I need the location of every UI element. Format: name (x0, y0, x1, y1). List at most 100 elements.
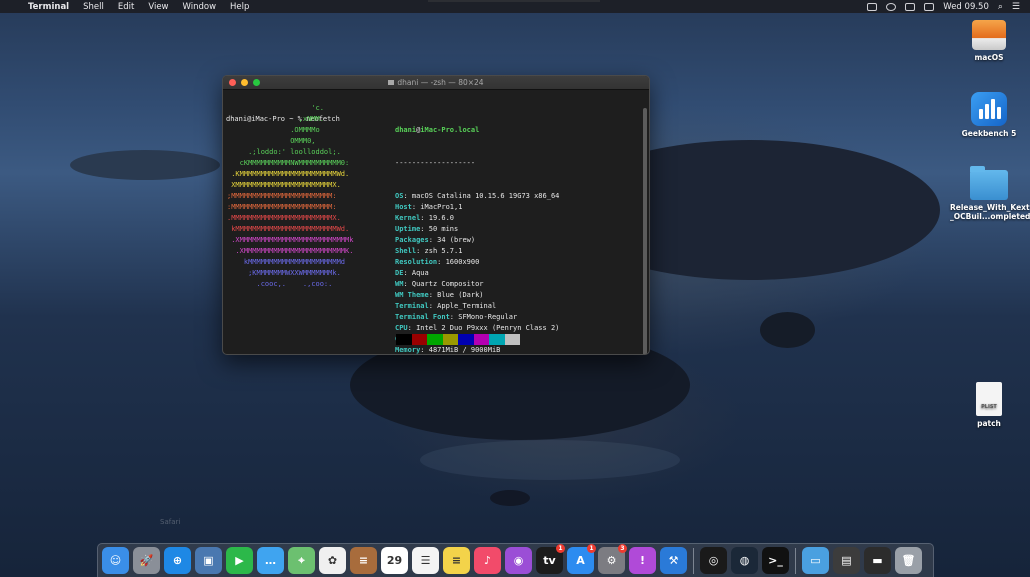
dock-item-document-stack[interactable]: ▤ (833, 547, 860, 574)
window-title-text: dhani — -zsh — 80×24 (397, 78, 484, 87)
dock-item-stack[interactable]: ▬ (864, 547, 891, 574)
menu-app-name[interactable]: Terminal (22, 2, 77, 12)
info-line: Terminal: Apple_Terminal (395, 301, 559, 312)
dock-item-maps[interactable]: ⌖ (288, 547, 315, 574)
wifi-icon[interactable] (886, 2, 897, 11)
palette-swatch (427, 334, 443, 345)
info-key: WM Theme (395, 291, 429, 299)
dock-item-terminal[interactable]: >_ (762, 547, 789, 574)
dock: ☺ 🚀 ⊕ ▣ ▶ … ⌖ ✿ ≡ 29 ☰ ≡ ♪ ◉ tv 1 A 1 ⚙ 3! ⚒ ◎ ◍ >_ ▭ ▤ ▬ 🗑 (97, 543, 934, 577)
dock-item-music[interactable]: ♪ (474, 547, 501, 574)
menu-view[interactable]: View (142, 2, 176, 12)
launchpad-icon: 🚀 (139, 554, 154, 567)
terminal-titlebar[interactable]: dhani — -zsh — 80×24 (223, 76, 649, 90)
notification-badge: 3 (618, 544, 627, 553)
info-colon: : (416, 247, 425, 255)
notification-badge: 1 (587, 544, 596, 553)
dock-item-notefile[interactable]: ≡ (350, 547, 377, 574)
info-colon: : (437, 258, 446, 266)
dock-item-apple-tv[interactable]: tv 1 (536, 544, 565, 574)
dock-item-feedback[interactable]: ! (629, 547, 656, 574)
info-value: 50 mins (428, 225, 459, 233)
info-key: Packages (395, 236, 429, 244)
dock-item-facetime[interactable]: ▶ (226, 547, 253, 574)
input-source-icon[interactable] (924, 2, 935, 11)
info-value: zsh 5.7.1 (424, 247, 463, 255)
menu-help[interactable]: Help (224, 2, 257, 12)
palette-swatch (489, 334, 505, 345)
info-line: Kernel: 19.6.0 (395, 213, 559, 224)
host: iMac-Pro.local (420, 126, 480, 134)
dock-item-safari[interactable]: ⊕ (164, 547, 191, 574)
info-line: Host: iMacPro1,1 (395, 202, 559, 213)
dock-item-messages[interactable]: … (257, 547, 284, 574)
dock-item-app[interactable]: ◎ (700, 547, 727, 574)
desktop-item-geekbench[interactable]: Geekbench 5 (950, 92, 1028, 138)
desktop-item-patch[interactable]: PLIST patch (950, 382, 1028, 428)
dock-item-podcasts[interactable]: ◉ (505, 547, 532, 574)
ascii-line: .KMMMMMMMMMMMMMMMMMMMMMMMWd. (227, 170, 350, 178)
menu-edit[interactable]: Edit (112, 2, 142, 12)
calendar-icon: 29 (386, 554, 403, 567)
desktop-item-label: Release_With_Kext _OCBuil...ompleted (950, 203, 1030, 221)
info-value: Blue (Dark) (437, 291, 484, 299)
info-colon: : (403, 192, 412, 200)
airplay-icon[interactable] (905, 2, 916, 11)
dock-item-app-store[interactable]: A1 (567, 544, 596, 574)
ascii-line: OMMM0, (227, 137, 316, 145)
info-line: Resolution: 1600x900 (395, 257, 559, 268)
ascii-line: .;loddo:' loolloddol;. (227, 148, 341, 156)
info-line: WM Theme: Blue (Dark) (395, 290, 559, 301)
hard-drive-icon (972, 20, 1006, 50)
desktop-item-label: Geekbench 5 (961, 129, 1017, 138)
menu-shell[interactable]: Shell (77, 2, 112, 12)
music-icon: ♪ (483, 554, 492, 567)
messages-icon: … (265, 554, 276, 567)
dock-item-steam[interactable]: ◍ (731, 547, 758, 574)
info-value: 1600x900 (445, 258, 480, 266)
dock-item-trash[interactable]: 🗑 (895, 547, 922, 574)
dock-item-photos[interactable]: ✿ (319, 547, 346, 574)
ascii-line: ,xNMM. (227, 115, 324, 123)
plist-file-icon: PLIST (976, 382, 1002, 416)
dock-item-launchpad[interactable]: 🚀 (133, 547, 160, 574)
palette-swatch (396, 334, 412, 345)
dock-separator (795, 547, 796, 574)
menu-extras: Wed 09.50 ⌕ ☰ (867, 2, 1030, 12)
separator-line: ------------------- (395, 159, 476, 167)
dock-item-notes[interactable]: ≡ (443, 547, 470, 574)
document-stack-icon: ▤ (841, 554, 852, 567)
dock-item-downloads-folder[interactable]: ▭ (802, 547, 829, 574)
notes-icon: ≡ (451, 554, 462, 567)
info-key: Kernel (395, 214, 421, 222)
ascii-line: .XMMMMMMMMMMMMMMMMMMMMMMMMMMk (227, 236, 354, 244)
desktop-item-label: patch (977, 419, 1001, 428)
terminal-window[interactable]: dhani — -zsh — 80×24 dhani@iMac-Pro ~ % … (222, 75, 650, 355)
notification-center-icon[interactable]: ☰ (1012, 2, 1020, 12)
dock-item-xcode[interactable]: ⚒ (660, 547, 687, 574)
menu-window[interactable]: Window (177, 2, 225, 12)
downloads-folder-icon: ▭ (810, 554, 821, 567)
info-value: 19.6.0 (428, 214, 455, 222)
ascii-line: .cooc,. .,coo:. (227, 280, 333, 288)
terminal-content[interactable]: dhani@iMac-Pro ~ % neofetch 'c. ,xNMM. .… (223, 90, 649, 354)
info-value: Aqua (411, 269, 429, 277)
dock-item-calendar[interactable]: 29 (381, 547, 408, 574)
dock-item-preview[interactable]: ▣ (195, 547, 222, 574)
feedback-icon: ! (639, 554, 646, 567)
palette-swatch (473, 334, 489, 345)
desktop-item-release-folder[interactable]: Release_With_Kext _OCBuil...ompleted (950, 166, 1030, 221)
spotlight-search-icon[interactable]: ⌕ (998, 2, 1003, 12)
info-key: Resolution (395, 258, 438, 266)
scrollbar[interactable] (643, 108, 647, 354)
mission-control-icon[interactable] (867, 2, 878, 11)
palette-swatch (411, 334, 427, 345)
desktop-item-macos[interactable]: macOS (950, 20, 1028, 62)
ascii-line: cKMMMMMMMMMMNWMMMMMMMMMM0: (227, 159, 350, 167)
desktop-item-label: macOS (974, 53, 1004, 62)
ascii-line: kMMMMMMMMMMMMMMMMMMMMMMMMWd. (227, 225, 350, 233)
menu-clock[interactable]: Wed 09.50 (943, 2, 989, 12)
dock-item-finder[interactable]: ☺ (102, 547, 129, 574)
dock-item-system-preferences[interactable]: ⚙ 3 (598, 544, 627, 574)
dock-item-reminders[interactable]: ☰ (412, 547, 439, 574)
